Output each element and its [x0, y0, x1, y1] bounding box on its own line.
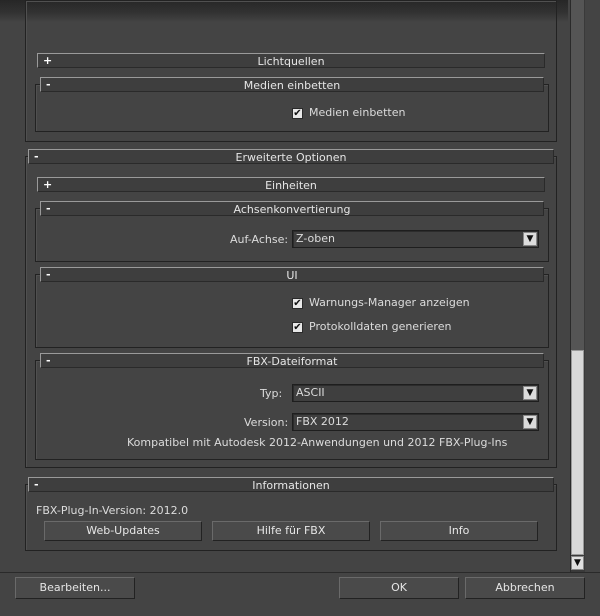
- dropdown-value: FBX 2012: [296, 415, 349, 428]
- collapse-icon: -: [34, 150, 39, 163]
- collapse-icon: -: [34, 478, 39, 491]
- bearbeiten-button[interactable]: Bearbeiten...: [15, 577, 135, 599]
- rollout-info-header[interactable]: - Informationen: [28, 477, 554, 492]
- typ-label: Typ:: [260, 387, 283, 400]
- auf-achse-dropdown[interactable]: Z-oben ▼: [292, 230, 539, 248]
- chevron-down-icon: ▼: [523, 232, 537, 246]
- check-icon: ✔: [293, 298, 302, 309]
- compat-text: Kompatibel mit Autodesk 2012-Anwendungen…: [127, 436, 508, 449]
- hilfe-fuer-fbx-button[interactable]: Hilfe für FBX: [212, 521, 370, 541]
- rollout-title: Erweiterte Optionen: [235, 151, 347, 164]
- protokolldaten-checkbox[interactable]: ✔: [292, 322, 303, 333]
- rollout-title: Medien einbetten: [243, 79, 341, 92]
- rollout-title: Lichtquellen: [257, 55, 325, 68]
- medien-einbetten-label: Medien einbetten: [309, 106, 406, 119]
- scroll-down-icon[interactable]: ▼: [571, 556, 584, 570]
- warnungs-manager-label: Warnungs-Manager anzeigen: [309, 296, 470, 309]
- chevron-down-icon: ▼: [523, 415, 537, 429]
- rollout-title: Einheiten: [265, 179, 317, 192]
- warnungs-manager-checkbox[interactable]: ✔: [292, 298, 303, 309]
- rollout-medien-header[interactable]: - Medien einbetten: [40, 77, 544, 92]
- abbrechen-button[interactable]: Abbrechen: [465, 577, 585, 599]
- scrollbar-upper[interactable]: [571, 0, 584, 350]
- collapse-icon: -: [46, 202, 51, 215]
- rollout-einheiten-header[interactable]: + Einheiten: [37, 177, 545, 192]
- version-dropdown[interactable]: FBX 2012 ▼: [292, 413, 539, 431]
- expand-icon: +: [43, 178, 53, 191]
- footer-separator: [0, 572, 600, 573]
- scrollbar-thumb[interactable]: [571, 350, 584, 555]
- rollout-fbx-header[interactable]: - FBX-Dateiformat: [40, 353, 544, 368]
- dropdown-value: ASCII: [296, 386, 325, 399]
- rollout-title: Achsenkonvertierung: [233, 203, 351, 216]
- web-updates-button[interactable]: Web-Updates: [44, 521, 202, 541]
- rollout-title: UI: [286, 269, 298, 282]
- version-label: Version:: [244, 416, 289, 429]
- check-icon: ✔: [293, 108, 302, 119]
- expand-icon: +: [43, 54, 53, 67]
- rollout-erweitert-header[interactable]: - Erweiterte Optionen: [28, 149, 554, 164]
- collapse-icon: -: [46, 354, 51, 367]
- rollout-title: FBX-Dateiformat: [246, 355, 338, 368]
- rollout-lichtquellen-header[interactable]: + Lichtquellen: [37, 53, 545, 68]
- check-icon: ✔: [293, 322, 302, 333]
- collapse-icon: -: [46, 78, 51, 91]
- plugin-version-text: FBX-Plug-In-Version: 2012.0: [36, 504, 189, 517]
- collapse-icon: -: [46, 268, 51, 281]
- chevron-down-icon: ▼: [523, 386, 537, 400]
- rollout-achsen-header[interactable]: - Achsenkonvertierung: [40, 201, 544, 216]
- protokolldaten-label: Protokolldaten generieren: [309, 320, 452, 333]
- rollout-title: Informationen: [252, 479, 330, 492]
- typ-dropdown[interactable]: ASCII ▼: [292, 384, 539, 402]
- info-button[interactable]: Info: [380, 521, 538, 541]
- ui-group: [35, 274, 549, 348]
- rollout-ui-header[interactable]: - UI: [40, 267, 544, 282]
- dropdown-value: Z-oben: [296, 232, 335, 245]
- medien-einbetten-checkbox[interactable]: ✔: [292, 108, 303, 119]
- auf-achse-label: Auf-Achse:: [230, 233, 289, 246]
- ok-button[interactable]: OK: [339, 577, 459, 599]
